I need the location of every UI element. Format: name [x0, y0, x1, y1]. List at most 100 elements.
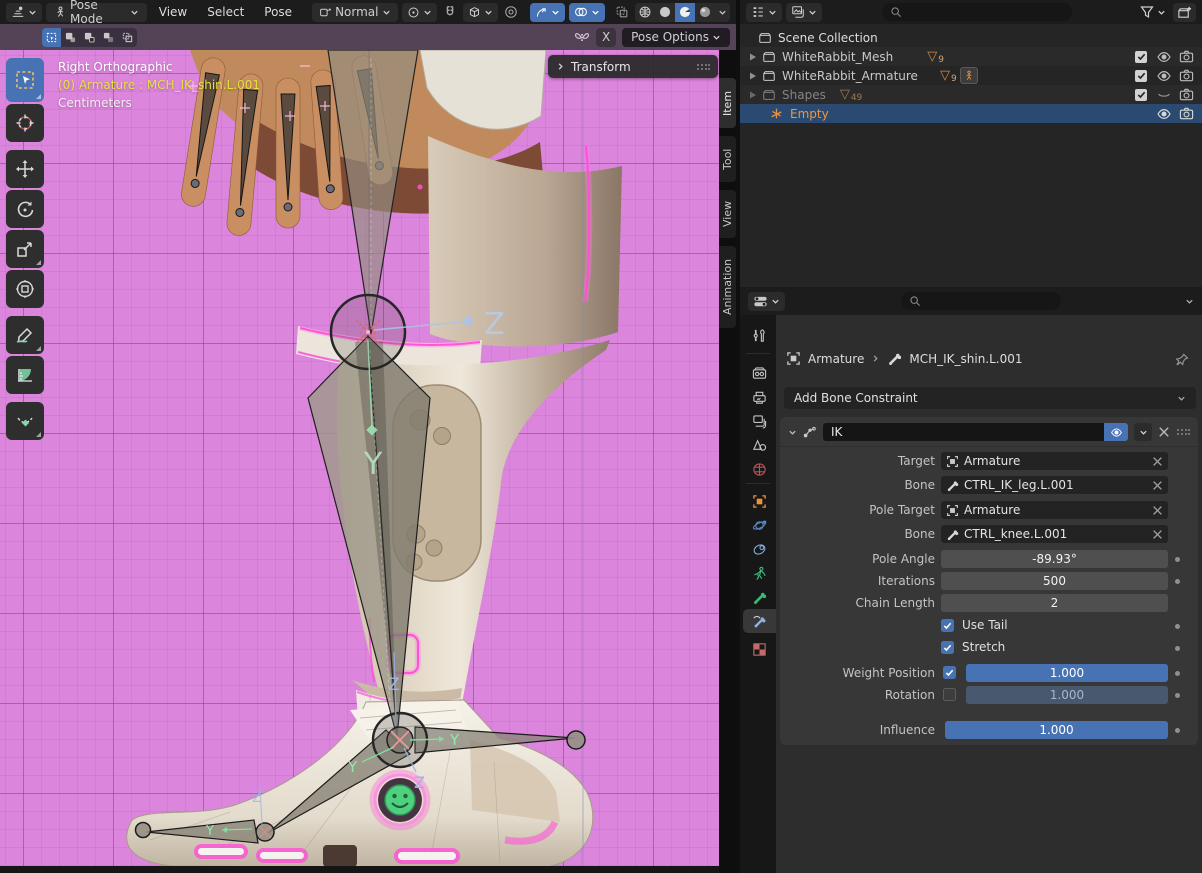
clear-icon[interactable]: [1152, 456, 1163, 467]
outliner-display-mode-button[interactable]: [786, 3, 822, 22]
eye-icon[interactable]: [1156, 68, 1172, 84]
transform-panel-header[interactable]: Transform: [548, 55, 718, 78]
select-mode-subtract[interactable]: [80, 28, 99, 47]
influence-slider[interactable]: 1.000: [945, 721, 1168, 739]
animate-decorator[interactable]: [1175, 693, 1180, 698]
npanel-tab-view[interactable]: View: [719, 190, 736, 238]
use-tail-checkbox[interactable]: [941, 619, 954, 632]
constraint-extras-dropdown[interactable]: [1134, 423, 1152, 441]
tab-physics[interactable]: [743, 513, 776, 537]
animate-decorator[interactable]: [1175, 728, 1180, 733]
chevron-down-icon[interactable]: [1185, 297, 1194, 306]
outliner-row-shapes[interactable]: Shapes ▽49: [740, 85, 1202, 104]
overlays-toggle[interactable]: [569, 3, 605, 22]
camera-render-icon[interactable]: [1179, 68, 1194, 83]
select-mode-intersect[interactable]: [118, 28, 137, 47]
transform-tool[interactable]: [6, 270, 44, 308]
chain-length-field[interactable]: 2: [941, 594, 1168, 612]
npanel-tab-item[interactable]: Item: [719, 78, 736, 128]
breadcrumb-object[interactable]: Armature: [808, 352, 864, 366]
select-mode-set[interactable]: [42, 28, 61, 47]
weight-position-slider[interactable]: 1.000: [966, 664, 1168, 682]
mode-dropdown[interactable]: Pose Mode: [46, 3, 147, 22]
camera-render-icon[interactable]: [1179, 49, 1194, 64]
measure-tool[interactable]: [6, 356, 44, 394]
panel-expand-icon[interactable]: [788, 428, 797, 437]
tab-bone-constraints[interactable]: [743, 609, 776, 633]
animate-decorator[interactable]: [1175, 579, 1180, 584]
pole-bone-field[interactable]: CTRL_knee.L.001: [941, 525, 1168, 543]
camera-render-icon[interactable]: [1179, 106, 1194, 121]
tab-world[interactable]: [743, 457, 776, 481]
outliner-row-empty[interactable]: Empty: [740, 104, 1202, 123]
tab-object[interactable]: [743, 489, 776, 513]
transform-orientation-dropdown[interactable]: Normal: [312, 3, 397, 22]
collection-checkbox[interactable]: [1135, 70, 1147, 82]
animate-decorator[interactable]: [1175, 557, 1180, 562]
collection-checkbox[interactable]: [1135, 51, 1147, 63]
add-bone-constraint-dropdown[interactable]: Add Bone Constraint: [784, 387, 1196, 409]
pose-options-dropdown[interactable]: Pose Options: [622, 28, 730, 47]
expand-arrow-icon[interactable]: [748, 52, 758, 62]
outliner-row-whiterabbit-mesh[interactable]: WhiteRabbit_Mesh ▽9: [740, 47, 1202, 66]
eye-icon[interactable]: [1156, 106, 1172, 122]
animate-decorator[interactable]: [1175, 671, 1180, 676]
rotation-checkbox[interactable]: [943, 688, 956, 701]
bone-field[interactable]: CTRL_IK_leg.L.001: [941, 476, 1168, 494]
viewport-3d[interactable]: Z Y Z: [0, 50, 736, 873]
shading-dropdown[interactable]: [715, 3, 730, 22]
shading-rendered-button[interactable]: [695, 3, 715, 22]
eye-icon[interactable]: [1156, 49, 1172, 65]
animate-decorator[interactable]: [1175, 624, 1180, 629]
scale-tool[interactable]: [6, 230, 44, 268]
drag-dots-icon[interactable]: [1176, 428, 1190, 436]
stretch-checkbox[interactable]: [941, 641, 954, 654]
snap-with-dropdown[interactable]: [463, 3, 498, 22]
iterations-field[interactable]: 500: [941, 572, 1168, 590]
pose-breakdowner-tool[interactable]: [6, 402, 44, 440]
camera-render-icon[interactable]: [1179, 87, 1194, 102]
npanel-tab-tool[interactable]: Tool: [719, 136, 736, 182]
expand-arrow-icon[interactable]: [748, 90, 758, 100]
clear-icon[interactable]: [1152, 505, 1163, 516]
tab-view-layer[interactable]: [743, 409, 776, 433]
constraint-name-field[interactable]: IK: [823, 423, 1104, 441]
pole-target-field[interactable]: Armature: [941, 501, 1168, 519]
outliner-editor-type-button[interactable]: [746, 3, 782, 22]
eye-closed-icon[interactable]: [1156, 87, 1172, 103]
pivot-point-dropdown[interactable]: [402, 3, 437, 22]
breadcrumb-bone[interactable]: MCH_IK_shin.L.001: [909, 352, 1022, 366]
expand-arrow-icon[interactable]: [748, 71, 758, 81]
cursor-tool[interactable]: [6, 104, 44, 142]
tab-texture[interactable]: [743, 637, 776, 661]
weight-position-checkbox[interactable]: [943, 666, 956, 679]
move-tool[interactable]: [6, 150, 44, 188]
shading-solid-button[interactable]: [655, 3, 675, 22]
npanel-tab-animation[interactable]: Animation: [719, 246, 736, 328]
outliner-filter-button[interactable]: [1137, 3, 1169, 22]
clear-icon[interactable]: [1152, 529, 1163, 540]
select-mode-invert[interactable]: [99, 28, 118, 47]
tab-bone[interactable]: [743, 585, 776, 609]
tab-render[interactable]: [743, 361, 776, 385]
pin-icon[interactable]: [1176, 353, 1190, 367]
gizmos-toggle[interactable]: [530, 3, 565, 22]
outliner-row-scene-collection[interactable]: Scene Collection: [740, 28, 1202, 47]
properties-search-input[interactable]: [901, 292, 1061, 310]
tab-armature-data[interactable]: [743, 561, 776, 585]
new-collection-button[interactable]: [1173, 3, 1196, 22]
menu-view[interactable]: View: [151, 2, 195, 22]
clear-icon[interactable]: [1152, 480, 1163, 491]
select-mode-extend[interactable]: [61, 28, 80, 47]
xray-toggle[interactable]: [613, 3, 631, 22]
tab-object-constraints[interactable]: [743, 537, 776, 561]
tab-scene[interactable]: [743, 433, 776, 457]
pole-angle-field[interactable]: -89.93°: [941, 550, 1168, 568]
tab-tool[interactable]: [743, 323, 776, 347]
editor-type-button[interactable]: [6, 3, 42, 22]
menu-select[interactable]: Select: [199, 2, 252, 22]
menu-pose[interactable]: Pose: [256, 2, 300, 22]
outliner-search-input[interactable]: [882, 3, 1072, 21]
mirror-x-toggle[interactable]: X: [596, 28, 616, 47]
select-box-tool[interactable]: [6, 58, 44, 102]
